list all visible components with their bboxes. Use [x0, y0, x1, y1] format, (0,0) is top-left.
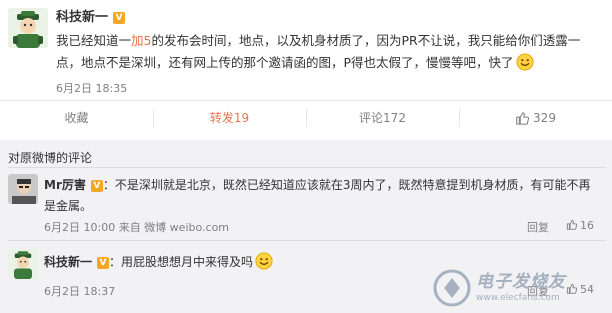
watermark-name: 电子发烧友: [476, 272, 566, 292]
smile-emoji-icon: [515, 53, 534, 71]
comment-item: 科技新一 V ：用屁股想想月中来得及吗: [44, 252, 444, 273]
repost-label: 转发19: [209, 111, 250, 125]
post-body: 我已经知道一加5的发布会时间，地点，以及机身材质了，因为PR不让说，我只能给你们…: [56, 30, 601, 74]
comment-like-button[interactable]: 16: [566, 219, 594, 232]
author-avatar[interactable]: [8, 8, 48, 48]
repost-button[interactable]: 转发19: [153, 101, 306, 134]
like-button[interactable]: 329: [459, 101, 612, 134]
favorite-label: 收藏: [64, 111, 89, 125]
comment-author[interactable]: 科技新一: [44, 255, 92, 269]
comment-text: ：不是深圳就是北京，既然已经知道应该就在3周内了，既然特意提到机身材质，有可能不…: [44, 178, 591, 213]
comment-text: ：用屁股想想月中来得及吗: [109, 255, 254, 269]
commenter-avatar[interactable]: [8, 249, 38, 279]
comments-title: 对原微博的评论: [8, 151, 93, 165]
comment-author[interactable]: Mr厉害: [44, 178, 86, 192]
like-count: 329: [533, 110, 556, 125]
original-post: 科技新一 V 我已经知道一加5的发布会时间，地点，以及机身材质了，因为PR不让说，…: [0, 0, 612, 100]
elecfans-logo-icon: [433, 269, 471, 307]
verified-badge-icon: V: [90, 180, 103, 192]
comment-button[interactable]: 评论172: [306, 101, 459, 134]
comment-time: 6月2日 18:37: [44, 285, 116, 298]
verified-badge-icon: V: [113, 12, 126, 24]
comment-like-count: 16: [580, 219, 594, 232]
post-time[interactable]: 6月2日 18:35: [56, 80, 127, 96]
post-link[interactable]: 加5: [131, 33, 151, 48]
comment-time: 6月2日 10:00 来自 微博 weibo.com: [44, 221, 230, 234]
favorite-button[interactable]: 收藏: [0, 101, 153, 134]
reply-button[interactable]: 回复: [527, 219, 549, 235]
smile-emoji-icon: [255, 252, 273, 270]
author-name[interactable]: 科技新一: [56, 10, 108, 25]
verified-badge-icon: V: [97, 257, 110, 269]
watermark-url: www.elecfans.com: [476, 293, 560, 303]
elecfans-watermark: 电子发烧友 www.elecfans.com: [432, 265, 602, 311]
comments-divider: [8, 167, 606, 168]
post-author[interactable]: 科技新一 V: [56, 6, 126, 25]
action-bar: 收藏 转发19 评论172 329: [0, 100, 612, 134]
thumbs-up-icon: [566, 219, 578, 230]
post-text-start: 我已经知道一: [56, 33, 132, 48]
comment-divider: [8, 240, 606, 241]
thumbs-up-icon: [516, 111, 530, 125]
comment-label: 评论172: [359, 111, 406, 125]
commenter-avatar[interactable]: [8, 174, 38, 204]
comment-item: Mr厉害 V ：不是深圳就是北京，既然已经知道应该就在3周内了，既然特意提到机身材质…: [44, 175, 599, 217]
